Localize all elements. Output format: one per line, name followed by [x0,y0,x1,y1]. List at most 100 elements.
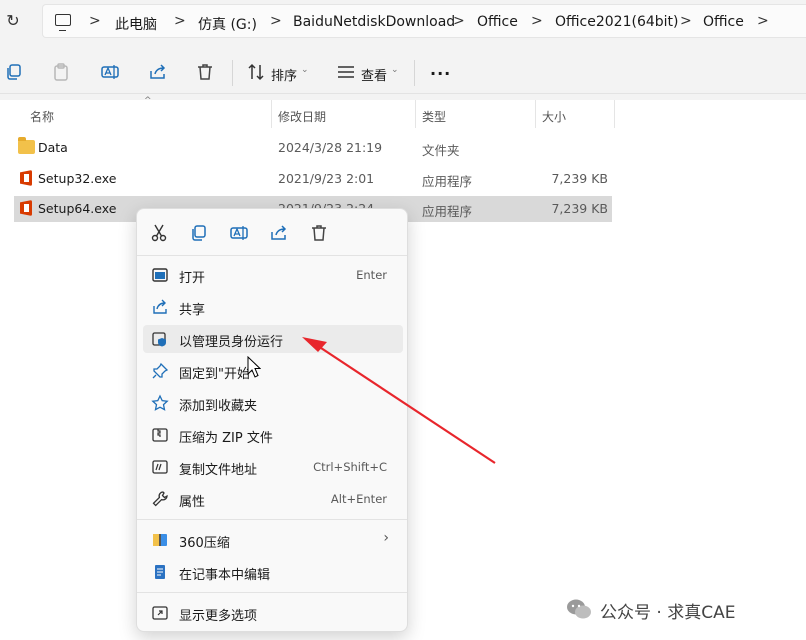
office-icon [20,200,32,216]
menu-item-show-more-options[interactable]: 显示更多选项 [143,599,403,627]
breadcrumb-office[interactable]: Office [477,14,518,30]
column-divider[interactable] [415,100,416,128]
chevron-right-icon[interactable]: > [270,13,282,29]
column-divider[interactable] [271,100,272,128]
share-icon[interactable] [269,223,289,243]
file-type: 文件夹 [422,143,460,158]
breadcrumb-office-current[interactable]: Office [703,14,744,30]
menu-item-edit-notepad[interactable]: 在记事本中编辑 [143,558,403,586]
toolbar-divider [414,60,415,86]
column-header-type[interactable]: 类型 [422,108,446,125]
menu-item-label: 压缩为 ZIP 文件 [179,431,273,446]
file-name: Data [38,140,68,155]
command-bar: 排序 ⌄ 查看 ⌄ ... [0,52,806,94]
menu-divider [137,592,407,593]
column-header-size[interactable]: 大小 [542,108,566,125]
copy-icon[interactable] [4,62,24,82]
menu-item-label: 打开 [179,271,206,286]
refresh-icon[interactable]: ↻ [4,12,22,30]
menu-item-add-to-favorites[interactable]: 添加到收藏夹 [143,389,403,417]
breadcrumb-this-pc[interactable]: 此电脑 [115,14,157,34]
chevron-right-icon[interactable]: > [757,13,769,29]
folder-icon [18,137,35,154]
column-divider[interactable] [614,100,615,128]
office-icon [20,170,32,186]
file-name: Setup32.exe [38,171,117,186]
show-more-icon [152,606,168,620]
rename-icon[interactable] [100,62,120,82]
file-date: 2024/3/28 21:19 [278,140,383,155]
file-date: 2021/9/23 2:01 [278,171,375,186]
column-header-date[interactable]: 修改日期 [278,108,326,125]
computer-icon [55,14,71,31]
share-icon[interactable] [148,62,168,82]
more-options-button[interactable]: ... [430,60,451,79]
paste-icon[interactable] [51,62,71,82]
chevron-right-icon[interactable]: > [680,13,692,29]
chevron-right-icon: › [383,530,389,546]
menu-item-label: 显示更多选项 [179,609,258,624]
breadcrumb-drive[interactable]: 仿真 (G:) [198,14,257,34]
file-size: 7,239 KB [551,171,608,186]
menu-item-360-compress[interactable]: 360压缩 › [143,526,403,554]
column-header-name[interactable]: 名称 [30,108,54,125]
rename-icon[interactable] [229,223,249,243]
file-row-setup32[interactable]: Setup32.exe 2021/9/23 2:01 应用程序 7,239 KB [14,166,612,192]
chevron-right-icon[interactable]: > [89,13,101,29]
sort-icon[interactable] [246,62,266,82]
menu-item-open[interactable]: 打开 Enter [143,261,403,289]
context-menu: 打开 Enter 共享 以管理员身份运行 固定到"开始" 添加到收藏夹 压缩为 … [136,208,408,632]
file-name: Setup64.exe [38,201,117,216]
menu-item-pin-to-start[interactable]: 固定到"开始" [143,357,403,385]
sort-ascending-icon: ^ [144,96,152,106]
menu-item-label: 复制文件地址 [179,463,258,478]
star-icon [151,394,169,411]
menu-item-label: 以管理员身份运行 [179,335,284,350]
menu-item-run-as-admin[interactable]: 以管理员身份运行 [143,325,403,353]
watermark-text: 公众号 · 求真CAE [600,603,736,623]
view-button[interactable]: 查看 [361,65,387,84]
sort-button[interactable]: 排序 [271,65,297,84]
wrench-icon [152,491,168,507]
open-window-icon [152,268,168,282]
file-row-data[interactable]: Data 2024/3/28 21:19 文件夹 [14,135,612,161]
menu-item-label: 添加到收藏夹 [179,399,258,414]
menu-item-shortcut: Alt+Enter [330,492,387,506]
zip-icon [152,428,168,442]
admin-shield-icon [152,332,166,347]
menu-item-label: 在记事本中编辑 [179,568,271,583]
delete-icon[interactable] [195,62,215,82]
chevron-right-icon[interactable]: > [531,13,543,29]
chevron-right-icon[interactable]: > [174,13,186,29]
breadcrumb-office2021[interactable]: Office2021(64bit) [555,14,679,30]
chevron-down-icon[interactable]: ⌄ [301,65,309,75]
view-icon[interactable] [336,62,356,82]
cut-icon[interactable] [149,223,169,243]
menu-item-label: 固定到"开始" [179,367,256,382]
menu-item-shortcut: Ctrl+Shift+C [313,460,387,474]
copy-icon[interactable] [189,223,209,243]
file-size: 7,239 KB [551,201,608,216]
column-divider[interactable] [535,100,536,128]
menu-item-label: 共享 [179,303,206,318]
address-bar[interactable]: > 此电脑 > 仿真 (G:) > BaiduNetdiskDownload >… [42,4,806,38]
menu-item-label: 属性 [179,495,206,510]
menu-item-share[interactable]: 共享 [143,293,403,321]
menu-item-properties[interactable]: 属性 Alt+Enter [143,485,403,513]
wechat-icon [567,599,591,619]
mouse-cursor-icon [247,356,261,378]
delete-icon[interactable] [309,223,329,243]
share-icon [153,299,167,314]
menu-item-shortcut: Enter [356,268,387,282]
chevron-down-icon[interactable]: ⌄ [391,65,399,75]
copy-path-icon [152,460,168,474]
address-bar-row: ↻ > 此电脑 > 仿真 (G:) > BaiduNetdiskDownload… [0,0,806,44]
menu-divider [137,255,407,256]
breadcrumb-baidu-folder[interactable]: BaiduNetdiskDownload [293,14,455,30]
menu-item-compress-zip[interactable]: 压缩为 ZIP 文件 [143,421,403,449]
menu-item-copy-path[interactable]: 复制文件地址 Ctrl+Shift+C [143,453,403,481]
notepad-icon [155,565,165,579]
file-type: 应用程序 [422,174,473,189]
chevron-right-icon[interactable]: > [453,13,465,29]
file-type: 应用程序 [422,204,473,219]
